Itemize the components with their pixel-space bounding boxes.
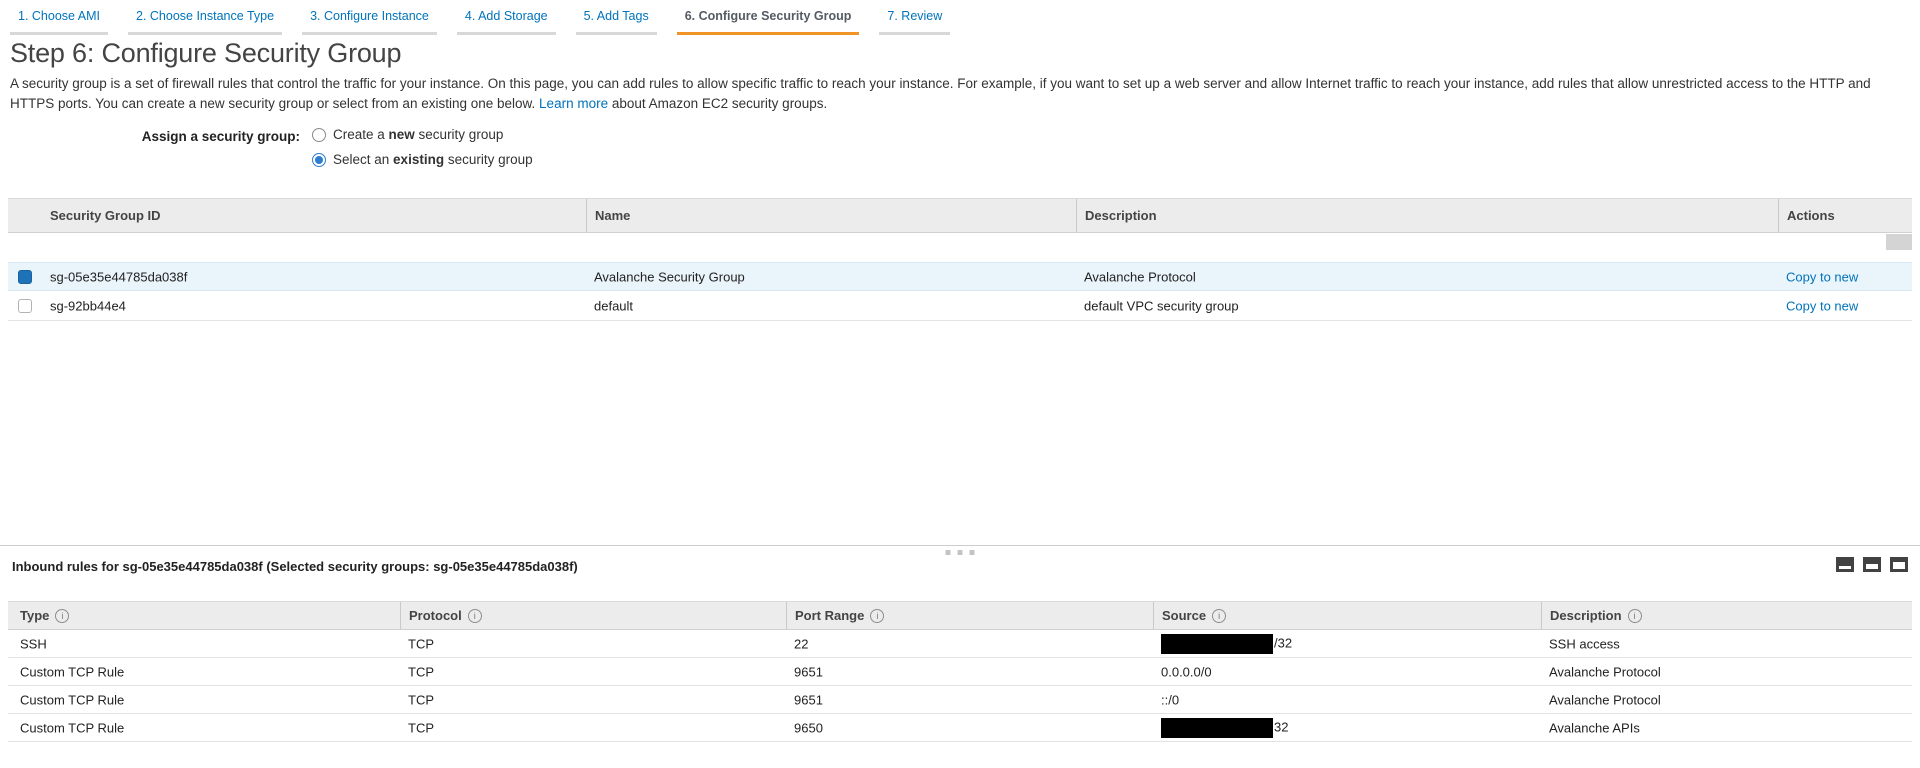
rule-protocol: TCP xyxy=(400,720,434,735)
ec2-launch-wizard-page: 1. Choose AMI 2. Choose Instance Type 3.… xyxy=(0,0,1920,768)
redacted-ip-block xyxy=(1161,718,1273,738)
security-group-id: sg-92bb44e4 xyxy=(42,299,126,314)
inbound-rules-table-header: Type Protocol Port Range Source Descript… xyxy=(8,601,1912,630)
rule-source: ::/0 xyxy=(1153,692,1179,707)
rule-description: Avalanche Protocol xyxy=(1541,692,1661,707)
info-icon[interactable] xyxy=(1628,609,1642,623)
tab-add-storage[interactable]: 4. Add Storage xyxy=(457,9,556,35)
inbound-rule-row: Custom TCP Rule TCP 9651 0.0.0.0/0 Avala… xyxy=(8,658,1912,686)
assign-security-group-label: Assign a security group: xyxy=(0,129,300,144)
rule-port-range: 9651 xyxy=(786,692,823,707)
description-text: A security group is a set of firewall ru… xyxy=(10,76,1871,111)
row-checkbox-checked[interactable] xyxy=(18,270,32,284)
copy-to-new-link[interactable]: Copy to new xyxy=(1778,299,1858,314)
rule-type: Custom TCP Rule xyxy=(12,720,124,735)
column-header-protocol: Protocol xyxy=(400,602,482,629)
rule-source: 32 xyxy=(1153,718,1288,738)
info-icon[interactable] xyxy=(55,609,69,623)
copy-to-new-link[interactable]: Copy to new xyxy=(1778,269,1858,284)
page-description: A security group is a set of firewall ru… xyxy=(10,74,1908,114)
tab-configure-instance[interactable]: 3. Configure Instance xyxy=(302,9,437,35)
info-icon[interactable] xyxy=(468,609,482,623)
pane-resize-handle[interactable] xyxy=(946,550,975,555)
table-row-default-security-group[interactable]: sg-92bb44e4 default default VPC security… xyxy=(8,292,1912,321)
rule-description: Avalanche APIs xyxy=(1541,720,1640,735)
security-group-name: default xyxy=(586,299,633,314)
tab-add-tags[interactable]: 5. Add Tags xyxy=(576,9,657,35)
inbound-rules-table: Type Protocol Port Range Source Descript… xyxy=(8,601,1912,630)
radio-create-new-group[interactable]: Create a new security group xyxy=(312,127,503,142)
description-suffix: about Amazon EC2 security groups. xyxy=(608,96,827,111)
rule-description: SSH access xyxy=(1541,636,1620,651)
radio-select-existing-group[interactable]: Select an existing security group xyxy=(312,152,533,167)
column-header-actions: Actions xyxy=(1778,199,1835,232)
inbound-rules-title: Inbound rules for sg-05e35e44785da038f (… xyxy=(12,559,578,574)
security-groups-table: Security Group ID Name Description Actio… xyxy=(8,198,1912,233)
split-pane-small-icon[interactable] xyxy=(1836,557,1854,572)
info-icon[interactable] xyxy=(1212,609,1226,623)
tab-configure-security-group[interactable]: 6. Configure Security Group xyxy=(677,9,860,35)
rule-description: Avalanche Protocol xyxy=(1541,664,1661,679)
page-title: Step 6: Configure Security Group xyxy=(10,38,401,69)
tab-choose-ami[interactable]: 1. Choose AMI xyxy=(10,9,108,35)
rule-protocol: TCP xyxy=(400,664,434,679)
rule-type: Custom TCP Rule xyxy=(12,664,124,679)
column-header-type: Type xyxy=(12,602,69,629)
pane-divider xyxy=(0,545,1920,546)
table-scrollbar-thumb[interactable] xyxy=(1886,234,1912,250)
tab-review[interactable]: 7. Review xyxy=(879,9,950,35)
column-header-security-group-id: Security Group ID xyxy=(42,199,1912,232)
radio-select-existing-label: Select an existing security group xyxy=(333,152,533,167)
pane-size-toggle-group xyxy=(1836,557,1908,572)
rule-port-range: 9650 xyxy=(786,720,823,735)
redacted-ip-block xyxy=(1161,634,1273,654)
radio-create-new-label: Create a new security group xyxy=(333,127,503,142)
inbound-rule-row: SSH TCP 22 /32 SSH access xyxy=(8,630,1912,658)
security-group-name: Avalanche Security Group xyxy=(586,269,745,284)
security-group-id: sg-05e35e44785da038f xyxy=(42,269,187,284)
radio-unselected-icon[interactable] xyxy=(312,128,326,142)
rule-type: Custom TCP Rule xyxy=(12,692,124,707)
column-header-port-range: Port Range xyxy=(786,602,884,629)
rule-protocol: TCP xyxy=(400,636,434,651)
column-header-description: Description xyxy=(1076,199,1157,232)
inbound-rule-row: Custom TCP Rule TCP 9651 ::/0 Avalanche … xyxy=(8,686,1912,714)
rule-source: /32 xyxy=(1153,634,1292,654)
security-group-description: default VPC security group xyxy=(1076,299,1239,314)
rule-port-range: 22 xyxy=(786,636,808,651)
rule-port-range: 9651 xyxy=(786,664,823,679)
inbound-rule-row: Custom TCP Rule TCP 9650 32 Avalanche AP… xyxy=(8,714,1912,742)
rule-protocol: TCP xyxy=(400,692,434,707)
row-checkbox-unchecked[interactable] xyxy=(18,299,32,313)
learn-more-link[interactable]: Learn more xyxy=(539,96,608,111)
security-group-description: Avalanche Protocol xyxy=(1076,269,1196,284)
radio-selected-icon[interactable] xyxy=(312,153,326,167)
rule-type: SSH xyxy=(12,636,47,651)
split-pane-medium-icon[interactable] xyxy=(1863,557,1881,572)
split-pane-large-icon[interactable] xyxy=(1890,557,1908,572)
column-header-source: Source xyxy=(1153,602,1226,629)
tab-choose-instance-type[interactable]: 2. Choose Instance Type xyxy=(128,9,282,35)
table-row-avalanche-security-group[interactable]: sg-05e35e44785da038f Avalanche Security … xyxy=(8,262,1912,291)
wizard-step-tabs: 1. Choose AMI 2. Choose Instance Type 3.… xyxy=(10,0,950,35)
info-icon[interactable] xyxy=(870,609,884,623)
column-header-description: Description xyxy=(1541,602,1642,629)
rule-source: 0.0.0.0/0 xyxy=(1153,664,1212,679)
security-groups-table-header: Security Group ID Name Description Actio… xyxy=(8,198,1912,233)
column-header-name: Name xyxy=(586,199,630,232)
